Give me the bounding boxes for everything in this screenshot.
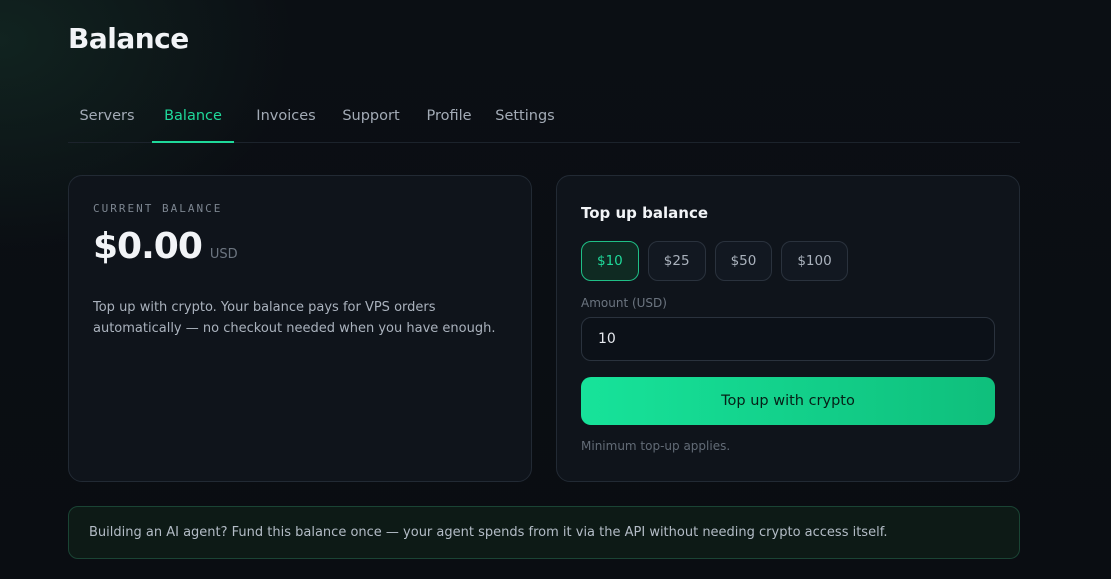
preset-50-button[interactable]: $50: [714, 241, 773, 281]
amount-input[interactable]: [581, 317, 995, 361]
tab-servers[interactable]: Servers: [68, 96, 146, 142]
tab-bar: Servers Balance Invoices Support Profile…: [68, 96, 1020, 143]
top-up-card: Top up balance $10 $25 $50 $100 Amount (…: [556, 175, 1020, 482]
balance-description: Top up with crypto. Your balance pays fo…: [93, 300, 496, 336]
balance-currency: USD: [209, 247, 238, 262]
tab-profile[interactable]: Profile: [421, 96, 477, 142]
balance-label: CURRENT BALANCE: [93, 202, 223, 215]
tab-support[interactable]: Support: [337, 96, 405, 142]
tab-settings[interactable]: Settings: [490, 96, 560, 142]
top-up-title: Top up balance: [581, 204, 709, 222]
preset-25-button[interactable]: $25: [647, 241, 706, 281]
balance-amount: $0.00: [93, 226, 203, 267]
preset-10-button[interactable]: $10: [581, 241, 639, 281]
preset-100-button[interactable]: $100: [781, 241, 848, 281]
balance-amount-row: $0.00 USD: [93, 226, 238, 267]
amount-presets: $10 $25 $50 $100: [581, 241, 857, 281]
current-balance-card: CURRENT BALANCE $0.00 USD Top up with cr…: [68, 175, 532, 482]
ai-agent-banner: Building an AI agent? Fund this balance …: [68, 506, 1020, 559]
minimum-note: Minimum top-up applies.: [581, 439, 731, 453]
tab-invoices[interactable]: Invoices: [248, 96, 324, 142]
tab-balance[interactable]: Balance: [152, 96, 234, 143]
page-title: Balance: [68, 22, 189, 55]
amount-label: Amount (USD): [581, 296, 667, 310]
top-up-with-crypto-button[interactable]: Top up with crypto: [581, 377, 995, 425]
